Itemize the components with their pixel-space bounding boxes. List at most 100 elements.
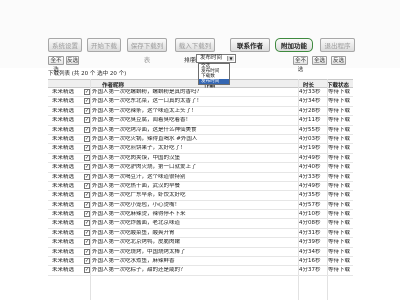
- table-row[interactable]: ✓ 未来精选 外国人第一次吃臭豆腐，闻着臭吃着香！ 4分11秒 等待下载: [48, 116, 353, 126]
- row-duration: 4分28秒: [299, 107, 321, 114]
- sort-dropdown-value: 发布时间: [200, 55, 223, 61]
- row-status: 等待下载: [328, 135, 351, 142]
- row-title: 外国人第一次吃广东早茶，虾饺太好吃: [92, 192, 186, 199]
- row-duration: 4分03秒: [299, 135, 321, 142]
- load-list-button[interactable]: 载入下载列表: [175, 38, 215, 64]
- row-status: 等待下载: [328, 126, 351, 133]
- table-row[interactable]: ✓ 未来精选 外国人第一次吃烧烤，中国烧烤太棒了 4分34秒 等待下载: [48, 248, 353, 258]
- row-duration: 4分35秒: [299, 192, 321, 199]
- row-title: 外国人第一次吃北京烤鸭，皮脆肉嫩: [92, 239, 181, 246]
- row-author: 未来精选: [52, 98, 75, 105]
- save-list-button[interactable]: 保存下载列表: [127, 38, 167, 64]
- invert-selection-button[interactable]: 反选: [66, 56, 79, 65]
- row-author: 未来精选: [52, 267, 75, 274]
- table-row[interactable]: ✓ 未来精选 外国人第一次吃火锅，辣得直喝水 #外国人 4分03秒 等待下载: [48, 135, 353, 145]
- row-duration: 4分19秒: [299, 145, 321, 152]
- row-duration: 4分40秒: [299, 164, 321, 171]
- table-row[interactable]: ✓ 未来精选 外国人第一次吃水煮鱼，麻辣鲜香 4分16秒 等待下载: [48, 257, 353, 267]
- row-duration: 4分34秒: [299, 248, 321, 255]
- row-author: 未来精选: [52, 145, 75, 152]
- table-row[interactable]: ✓ 未来精选 外国人第一次吃北京烤鸭，皮脆肉嫩 4分39秒 等待下载: [48, 238, 353, 248]
- download-list: ✓ 未来精选 外国人第一次吃螺蛳粉，螺蛳粉是真的香吗？ 4分33秒 等待下载 ✓ 未来精选外…: [48, 88, 353, 276]
- row-author: 未来精选: [52, 239, 75, 246]
- row-title: 外国人第一次吃水煮鱼，麻辣鲜香: [92, 258, 175, 265]
- row-status: 等待下载: [328, 173, 351, 180]
- row-title: 外国人第一次吃热干面，武汉的早餐: [92, 182, 181, 189]
- row-title: 外国人第一次吃火锅，辣得直喝水 #外国人: [92, 135, 198, 142]
- select-none-right-button[interactable]: 全不选: [293, 56, 308, 73]
- table-row[interactable]: ✓ 未来精选 外国人第一次吃广东早茶，虾饺太好吃 4分35秒 等待下载: [48, 191, 353, 201]
- row-status: 等待下载: [328, 164, 351, 171]
- system-settings-button[interactable]: 系统设置: [48, 38, 82, 52]
- table-row[interactable]: ✓ 未来精选 外国人第一次吃酸菜鱼，酸爽开胃 4分31秒 等待下载: [48, 229, 353, 239]
- row-status: 等待下载: [328, 220, 351, 227]
- row-author: 未来精选: [52, 211, 75, 218]
- table-row[interactable]: ✓ 未来精选 外国人第一次吃煎饼果子，太好吃了！ 4分19秒 等待下载: [48, 144, 353, 154]
- sort-dropdown[interactable]: 发布时间 ▼: [196, 54, 236, 63]
- table-row[interactable]: ✓ 未来精选 外国人第一次吃辣条，这个味道太上头了！ 4分28秒 等待下载: [48, 107, 353, 117]
- table-row[interactable]: ✓ 未来精选 外国人第一次吃驴肉火烧，第一口就爱上了 4分40秒 等待下载: [48, 163, 353, 173]
- row-author: 未来精选: [52, 89, 75, 95]
- row-title: 外国人第一次吃烧烤，中国烧烤太棒了: [92, 248, 186, 255]
- row-title: 外国人第一次吃煎饼果子，太好吃了！: [92, 145, 186, 152]
- start-download-button[interactable]: 开始下载: [87, 38, 121, 52]
- row-author: 未来精选: [52, 220, 75, 227]
- row-title: 外国人第一次吃小笼包，小心烫嘴！: [92, 201, 181, 208]
- row-status: 等待下载: [328, 154, 351, 161]
- row-duration: 4分49秒: [299, 182, 321, 189]
- row-status: 等待下载: [328, 89, 351, 95]
- row-duration: 4分57秒: [299, 201, 321, 208]
- extra-functions-button[interactable]: 附加功能: [275, 38, 313, 52]
- table-row[interactable]: ✓ 未来精选 外国人第一次喝豆汁，这个味道很特别 4分33秒 等待下载: [48, 173, 353, 182]
- table-row[interactable]: ✓ 未来精选 外国人第一次吃烤冷面，这是什么神仙美食 4分55秒 等待下载: [48, 126, 353, 135]
- exit-button[interactable]: 退出程序: [320, 38, 355, 52]
- select-none-button[interactable]: 全不选: [48, 56, 64, 73]
- row-title: 外国人第一次吃粽子，甜的还是咸的？: [92, 267, 186, 274]
- row-status: 等待下载: [328, 258, 351, 265]
- row-status: 等待下载: [328, 98, 351, 105]
- row-author: 未来精选: [52, 229, 75, 236]
- row-duration: 4分33秒: [299, 89, 321, 95]
- download-list-info: 下载列表 (共 20 个 选中 20 个): [48, 71, 127, 77]
- row-title: 外国人第一次喝豆汁，这个味道很特别: [92, 173, 186, 180]
- row-duration: 4分55秒: [299, 126, 321, 133]
- table-row[interactable]: ✓ 未来精选 外国人第一次吃肉夹馍，中国的汉堡 4分49秒 等待下载: [48, 154, 353, 164]
- chevron-down-icon[interactable]: ▼: [227, 56, 234, 61]
- row-duration: 4分31秒: [299, 229, 321, 236]
- table-row[interactable]: ✓ 未来精选 外国人第一次吃炸酱面，老北京味道 4分08秒 等待下载: [48, 219, 353, 229]
- row-title: 外国人第一次吃炸酱面，老北京味道: [92, 220, 181, 227]
- row-author: 未来精选: [52, 201, 75, 208]
- sort-options-list: 全选 发布时间 下载数 发布时间: [198, 63, 230, 85]
- table-row[interactable]: ✓ 未来精选 外国人第一次吃东北菜，这一口真的太香了！ 4分34秒 等待下载: [48, 97, 353, 107]
- row-title: 外国人第一次吃烤冷面，这是什么神仙美食: [92, 126, 197, 133]
- row-author: 未来精选: [52, 117, 75, 124]
- table-row[interactable]: ✓ 未来精选 外国人第一次吃螺蛳粉，螺蛳粉是真的香吗？ 4分33秒 等待下载: [48, 88, 353, 98]
- contact-author-button[interactable]: 联系作者: [230, 38, 270, 52]
- table-row[interactable]: ✓ 未来精选 外国人第一次吃粽子，甜的还是咸的？ 4分37秒 等待下载: [48, 266, 353, 276]
- row-title: 外国人第一次吃螺蛳粉，螺蛳粉是真的香吗？: [92, 89, 203, 95]
- row-title: 外国人第一次吃驴肉火烧，第一口就爱上了: [92, 164, 197, 171]
- row-status: 等待下载: [328, 107, 351, 114]
- row-duration: 4分33秒: [299, 173, 321, 180]
- table-row[interactable]: ✓ 未来精选 外国人第一次吃麻辣烫，辣得停不下来 4分10秒 等待下载: [48, 210, 353, 220]
- table-row[interactable]: ✓ 未来精选 外国人第一次吃小笼包，小心烫嘴！ 4分57秒 等待下载: [48, 201, 353, 211]
- row-author: 未来精选: [52, 135, 75, 142]
- row-status: 等待下载: [328, 211, 351, 218]
- row-status: 等待下载: [328, 239, 351, 246]
- row-status: 等待下载: [328, 267, 351, 274]
- row-status: 等待下载: [328, 182, 351, 189]
- row-duration: 4分37秒: [299, 267, 321, 274]
- row-duration: 4分16秒: [299, 258, 321, 265]
- row-title: 外国人第一次吃臭豆腐，闻着臭吃着香！: [92, 117, 192, 124]
- row-title: 外国人第一次吃辣条，这个味道太上头了！: [92, 107, 197, 114]
- table-row[interactable]: ✓ 未来精选 外国人第一次吃热干面，武汉的早餐 4分49秒 等待下载: [48, 182, 353, 192]
- row-author: 未来精选: [52, 173, 75, 180]
- row-status: 等待下载: [328, 248, 351, 255]
- row-author: 未来精选: [52, 258, 75, 265]
- invert-selection-right-button[interactable]: 反选: [331, 56, 346, 65]
- row-author: 未来精选: [52, 192, 75, 199]
- sort-option-highlighted[interactable]: 发布时间: [199, 79, 229, 84]
- row-status: 等待下载: [328, 145, 351, 152]
- row-title: 外国人第一次吃东北菜，这一口真的太香了！: [92, 98, 203, 105]
- select-all-button[interactable]: 全选: [312, 56, 327, 65]
